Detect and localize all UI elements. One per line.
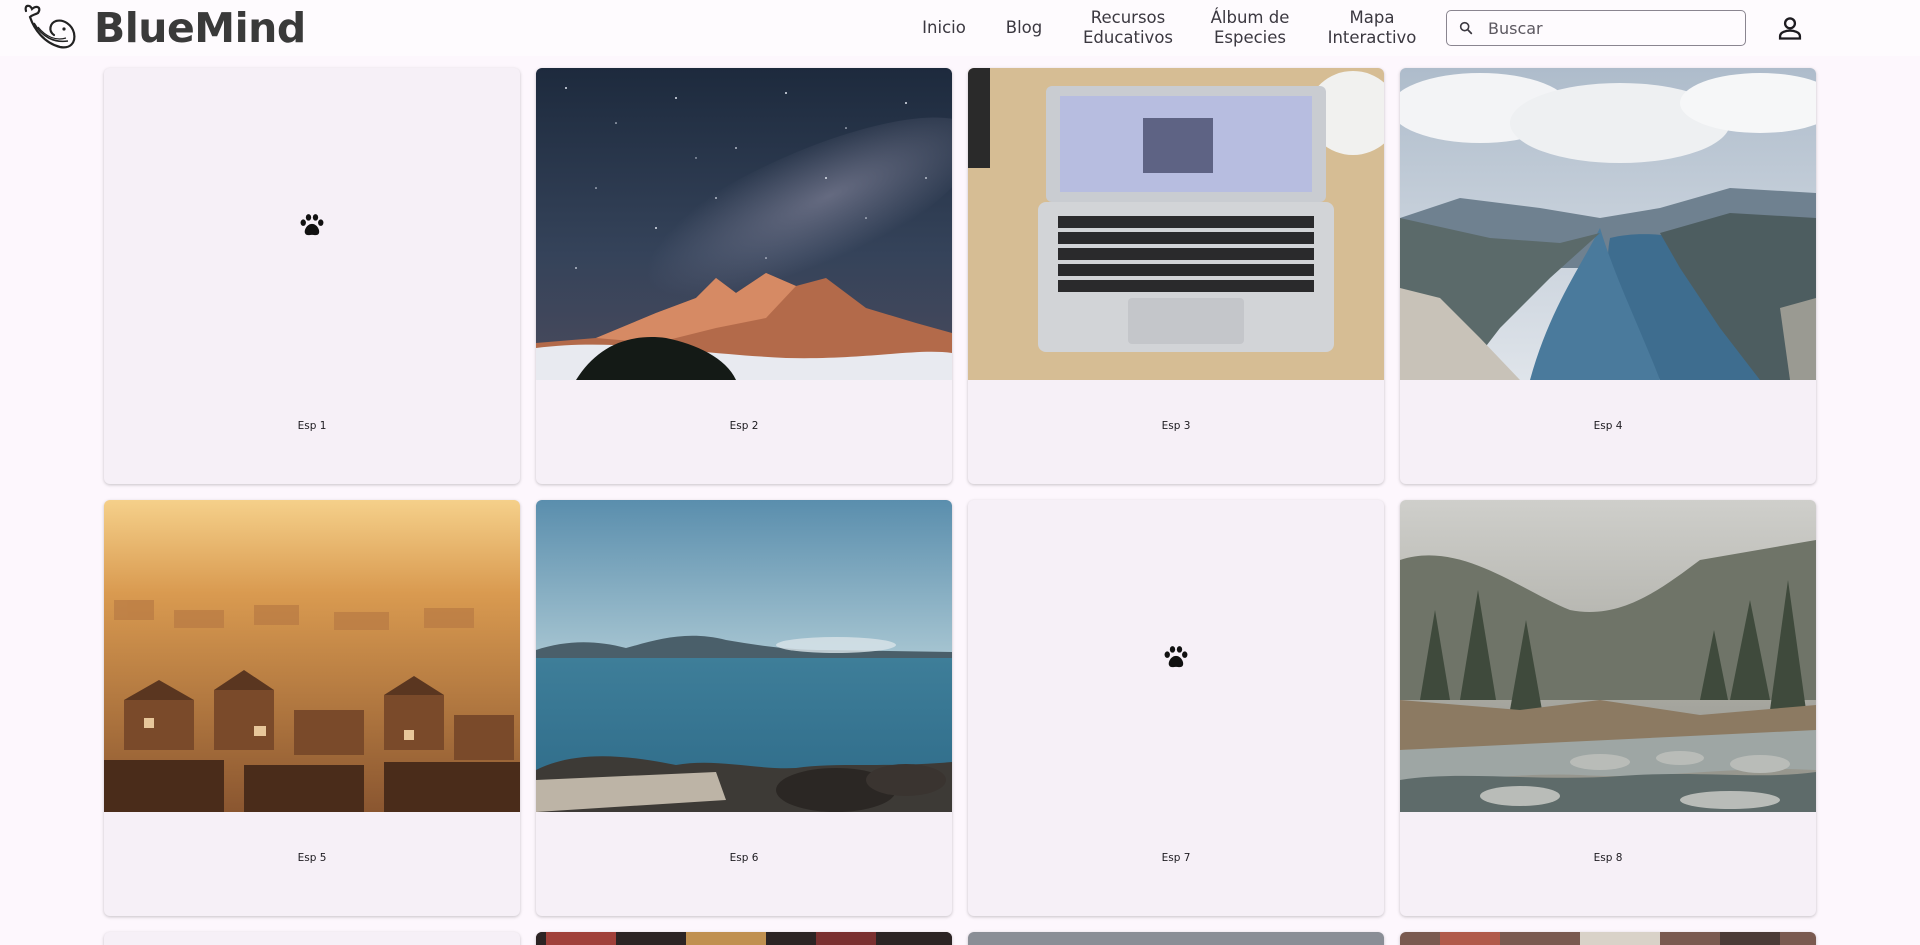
nav-blog[interactable]: Blog bbox=[996, 0, 1052, 56]
species-card[interactable]: Esp 2 bbox=[536, 68, 952, 484]
species-card[interactable]: Esp 8 bbox=[1400, 500, 1816, 916]
species-card[interactable]: Esp 7 bbox=[968, 500, 1384, 916]
species-card[interactable] bbox=[104, 932, 520, 945]
species-card[interactable]: Esp 3 bbox=[968, 68, 1384, 484]
person-icon[interactable] bbox=[1776, 14, 1804, 42]
nav-mapa-interactivo[interactable]: Mapa Interactivo bbox=[1322, 0, 1422, 56]
card-image bbox=[968, 68, 1384, 380]
species-card[interactable] bbox=[536, 932, 952, 945]
card-image bbox=[968, 932, 1384, 945]
card-image bbox=[1400, 932, 1816, 945]
search-bar[interactable] bbox=[1446, 10, 1746, 46]
card-image bbox=[536, 68, 952, 380]
search-icon bbox=[1459, 21, 1473, 35]
species-card[interactable] bbox=[968, 932, 1384, 945]
species-card[interactable] bbox=[1400, 932, 1816, 945]
card-label: Esp 3 bbox=[1161, 420, 1191, 432]
card-media-placeholder bbox=[968, 500, 1384, 812]
card-image bbox=[104, 500, 520, 812]
species-card[interactable]: Esp 4 bbox=[1400, 68, 1816, 484]
card-media-placeholder bbox=[104, 68, 520, 380]
card-label: Esp 7 bbox=[1161, 852, 1191, 864]
card-label: Esp 6 bbox=[729, 852, 759, 864]
paw-icon bbox=[300, 214, 324, 236]
card-label: Esp 8 bbox=[1593, 852, 1623, 864]
species-card[interactable]: Esp 5 bbox=[104, 500, 520, 916]
nav-inicio[interactable]: Inicio bbox=[913, 0, 975, 56]
nav-album-de-especies[interactable]: Álbum de Especies bbox=[1200, 0, 1300, 56]
species-card[interactable]: Esp 1 bbox=[104, 68, 520, 484]
nav-recursos-educativos[interactable]: Recursos Educativos bbox=[1076, 0, 1180, 56]
search-input[interactable] bbox=[1488, 18, 1738, 38]
card-label: Esp 5 bbox=[297, 852, 327, 864]
top-app-bar: BlueMind Inicio Blog Recursos Educativos… bbox=[0, 0, 1920, 56]
card-image bbox=[536, 500, 952, 812]
card-image bbox=[536, 932, 952, 945]
card-image bbox=[1400, 68, 1816, 380]
species-card[interactable]: Esp 6 bbox=[536, 500, 952, 916]
brand[interactable]: BlueMind bbox=[20, 2, 306, 54]
whale-logo-icon bbox=[24, 4, 76, 49]
card-image bbox=[1400, 500, 1816, 812]
card-label: Esp 1 bbox=[297, 420, 327, 432]
card-label: Esp 4 bbox=[1593, 420, 1623, 432]
brand-name: BlueMind bbox=[94, 4, 306, 52]
paw-icon bbox=[1164, 646, 1188, 668]
card-label: Esp 2 bbox=[729, 420, 759, 432]
